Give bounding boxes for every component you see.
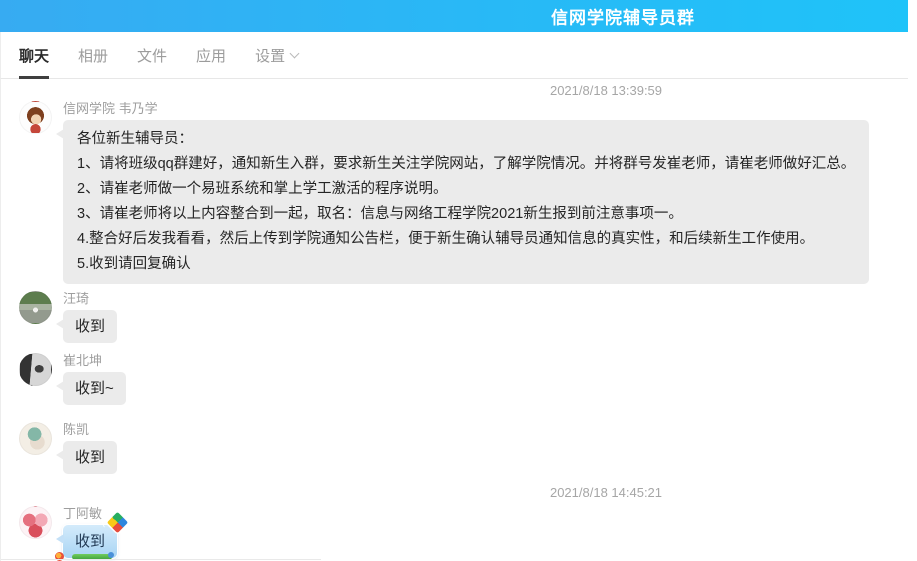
message-chenkai: 陈凯 收到 <box>19 422 917 474</box>
tab-settings[interactable]: 设置 <box>255 32 298 78</box>
message-list[interactable]: 2021/8/18 13:39:59 信网学院 韦乃学 各位新生辅导员： 1、请… <box>0 79 917 561</box>
sender-name: 崔北坤 <box>63 353 917 369</box>
tab-apps[interactable]: 应用 <box>196 32 226 78</box>
message-line: 2、请崔老师做一个易班系统和掌上学工激活的程序说明。 <box>77 177 855 202</box>
message-wangqi: 汪琦 收到 <box>19 291 917 343</box>
message-text: 收到 <box>75 533 105 550</box>
tab-bar: 聊天 相册 文件 应用 设置 <box>0 32 917 79</box>
message-line: 1、请将班级qq群建好，通知新生入群，要求新生关注学院网站，了解学院情况。并将群… <box>77 152 855 177</box>
qq-group-chat-window: 信网学院辅导员群 聊天 相册 文件 应用 设置 2021/8/18 13:39:… <box>0 0 917 561</box>
bottom-divider <box>1 559 321 560</box>
message-bubble: 收到 <box>63 310 117 343</box>
message-bubble: 各位新生辅导员： 1、请将班级qq群建好，通知新生入群，要求新生关注学院网站，了… <box>63 120 869 284</box>
message-line: 各位新生辅导员： <box>77 127 855 152</box>
message-line: 5.收到请回复确认 <box>77 252 855 277</box>
timestamp: 2021/8/18 13:39:59 <box>550 79 662 99</box>
group-header: 信网学院辅导员群 <box>0 0 908 32</box>
avatar[interactable] <box>19 506 52 539</box>
message-bubble-decorated: 收到 <box>63 525 117 558</box>
chevron-down-icon <box>290 48 300 58</box>
sender-name: 汪琦 <box>63 291 917 307</box>
timestamp: 2021/8/18 14:45:21 <box>550 474 662 501</box>
avatar[interactable] <box>19 101 52 134</box>
tab-settings-label: 设置 <box>255 45 285 66</box>
avatar[interactable] <box>19 353 52 386</box>
message-bubble: 收到~ <box>63 372 126 405</box>
message-bubble: 收到 <box>63 441 117 474</box>
message-line: 3、请崔老师将以上内容整合到一起，取名：信息与网络工程学院2021新生报到前注意… <box>77 202 855 227</box>
group-title: 信网学院辅导员群 <box>551 4 695 29</box>
sender-name: 信网学院 韦乃学 <box>63 101 917 117</box>
tab-files[interactable]: 文件 <box>137 32 167 78</box>
sender-name: 陈凯 <box>63 422 917 438</box>
message-dingamin: 丁阿敏 收到 <box>19 506 917 558</box>
tab-chat[interactable]: 聊天 <box>19 32 49 78</box>
tab-album[interactable]: 相册 <box>78 32 108 78</box>
message-line: 4.整合好后发我看看，然后上传到学院通知公告栏，便于新生确认辅导员通知信息的真实… <box>77 227 855 252</box>
avatar[interactable] <box>19 422 52 455</box>
avatar[interactable] <box>19 291 52 324</box>
scrollbar-track[interactable] <box>908 0 917 561</box>
sender-name: 丁阿敏 <box>63 506 917 522</box>
message-weinaixue: 信网学院 韦乃学 各位新生辅导员： 1、请将班级qq群建好，通知新生入群，要求新… <box>19 101 917 284</box>
message-cuibeikun: 崔北坤 收到~ <box>19 353 917 405</box>
